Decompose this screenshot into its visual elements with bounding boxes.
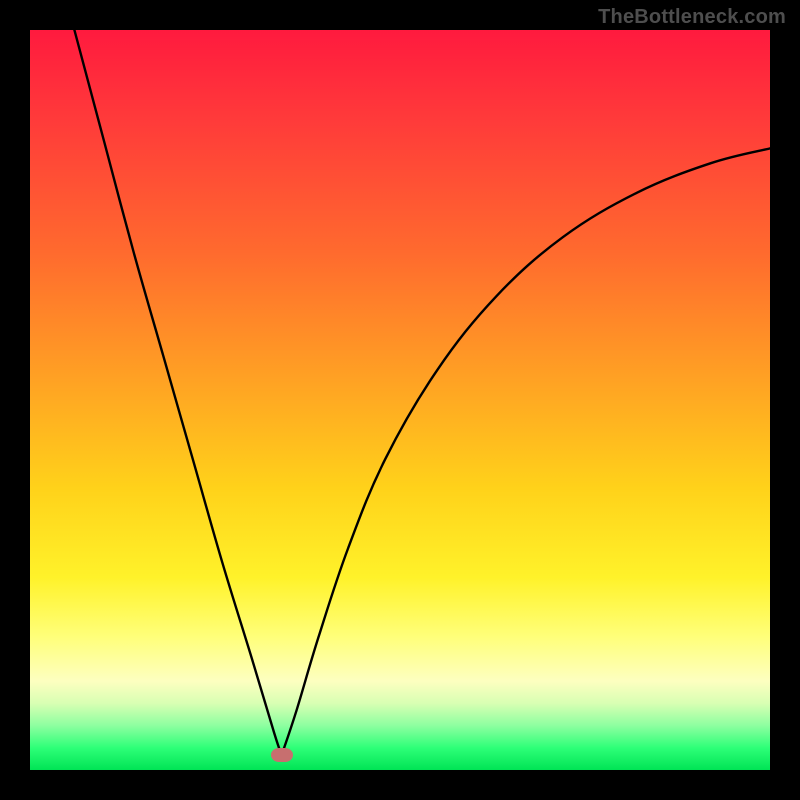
bottleneck-curve [30,30,770,770]
plot-area [30,30,770,770]
optimum-marker [271,748,293,762]
watermark-text: TheBottleneck.com [598,6,786,29]
curve-right-branch [282,148,770,755]
chart-frame: TheBottleneck.com [0,0,800,800]
curve-left-branch [74,30,281,755]
